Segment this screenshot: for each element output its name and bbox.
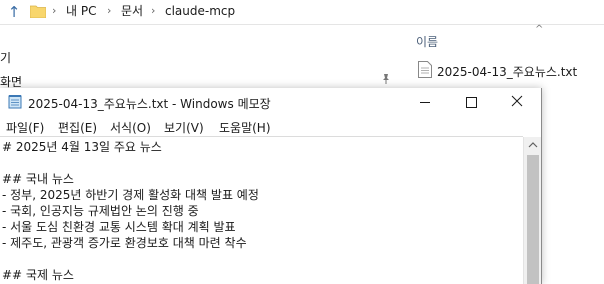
text-line: - 국회, 인공지능 규제법안 논의 진행 중 — [2, 204, 199, 218]
text-file-icon — [418, 61, 432, 78]
window-title: 2025-04-13_주요뉴스.txt - Windows 메모장 — [28, 97, 271, 111]
close-icon — [511, 95, 523, 107]
folder-icon — [30, 5, 46, 18]
menu-file[interactable]: 파일(F) — [6, 119, 44, 136]
sort-ascending-icon: ^ — [535, 24, 544, 35]
close-button[interactable] — [494, 88, 540, 116]
scroll-up-arrow-icon[interactable] — [524, 137, 542, 153]
text-line: - 서울 도심 친환경 교통 시스템 확대 계획 발표 — [2, 220, 236, 234]
minimize-button[interactable] — [402, 88, 448, 116]
text-editor[interactable]: # 2025년 4월 13일 주요 뉴스 ## 국내 뉴스 - 정부, 2025… — [0, 136, 523, 284]
menu-edit[interactable]: 편집(E) — [58, 119, 97, 136]
scrollbar-thumb[interactable] — [527, 155, 539, 284]
breadcrumb-documents[interactable]: 문서 — [121, 4, 143, 18]
chevron-right-icon: › — [151, 4, 156, 17]
notepad-window: 2025-04-13_주요뉴스.txt - Windows 메모장 파일(F) … — [0, 88, 542, 284]
file-list-item[interactable]: 2025-04-13_주요뉴스.txt — [437, 63, 577, 80]
maximize-button[interactable] — [448, 88, 494, 116]
up-arrow-icon[interactable]: ↑ — [4, 2, 24, 22]
menu-help[interactable]: 도움말(H) — [219, 119, 271, 136]
chevron-right-icon: › — [107, 4, 112, 17]
breadcrumb-claude-mcp[interactable]: claude-mcp — [165, 4, 235, 18]
minimize-icon — [420, 102, 430, 103]
notepad-icon — [8, 95, 22, 109]
menu-bar: 파일(F) 편집(E) 서식(O) 보기(V) 도움말(H) — [0, 116, 541, 136]
text-line: ## 국제 뉴스 — [2, 268, 74, 282]
menu-format[interactable]: 서식(O) — [110, 119, 151, 136]
name-column-header[interactable]: 이름 — [416, 33, 438, 50]
pin-icon — [383, 74, 389, 84]
text-line: - 제주도, 관광객 증가로 환경보호 대책 마련 착수 — [2, 236, 247, 250]
text-line: - 정부, 2025년 하반기 경제 활성화 대책 발표 예정 — [2, 188, 259, 202]
chevron-right-icon: › — [52, 4, 57, 17]
nav-pane-item-fragment[interactable]: 기 — [0, 49, 11, 66]
vertical-scrollbar[interactable] — [523, 137, 542, 284]
address-bar[interactable]: ↑ › 내 PC › 문서 › claude-mcp — [0, 0, 604, 25]
menu-view[interactable]: 보기(V) — [164, 119, 204, 136]
text-line: ## 국내 뉴스 — [2, 172, 74, 186]
title-bar[interactable]: 2025-04-13_주요뉴스.txt - Windows 메모장 — [0, 88, 541, 116]
breadcrumb-my-pc[interactable]: 내 PC — [66, 4, 96, 18]
text-line: # 2025년 4월 13일 주요 뉴스 — [2, 140, 162, 154]
maximize-icon — [466, 97, 477, 108]
